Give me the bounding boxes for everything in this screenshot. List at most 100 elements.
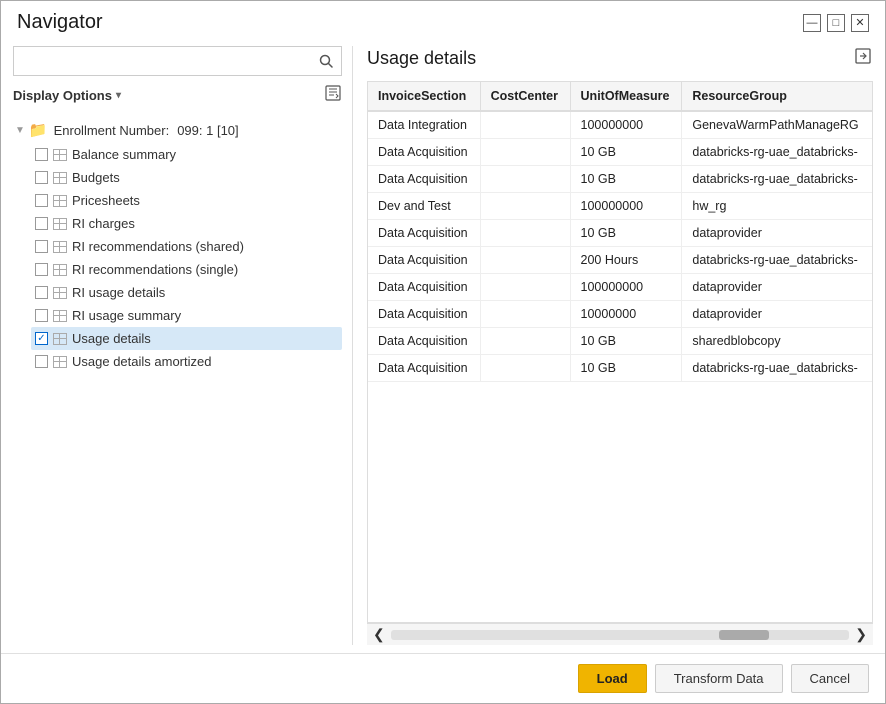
checkbox-ri-charges[interactable] <box>35 217 48 230</box>
table-icon-budgets <box>53 172 67 184</box>
table-body: Data Integration100000000GenevaWarmPathM… <box>368 111 872 382</box>
horizontal-scrollbar: ❮ ❯ <box>367 623 873 645</box>
search-icon <box>319 54 333 68</box>
table-row: Data Integration 100000000GenevaWarmPathM… <box>368 111 872 139</box>
table-icon-pricesheets <box>53 195 67 207</box>
data-table: InvoiceSectionCostCenterUnitOfMeasureRes… <box>368 82 872 382</box>
table-icon-ri-recommendations-shared <box>53 241 67 253</box>
export-icon[interactable] <box>853 46 873 71</box>
table-cell-r2-c3: databricks-rg-uae_databricks- <box>682 166 872 193</box>
table-cell-r6-c3: dataprovider <box>682 274 872 301</box>
search-input[interactable] <box>14 49 311 74</box>
scroll-right-button[interactable]: ❯ <box>851 625 871 645</box>
table-cell-r0-c3: GenevaWarmPathManageRG <box>682 111 872 139</box>
tree-area: ▼ 📁 Enrollment Number: 099: 1 [10] Balan… <box>13 117 342 645</box>
table-row: Data Acquisition200 Hoursdatabricks-rg-u… <box>368 247 872 274</box>
refresh-icon <box>324 84 342 102</box>
preview-title: Usage details <box>367 48 476 69</box>
refresh-button[interactable] <box>324 84 342 107</box>
minimize-button[interactable]: — <box>803 14 821 32</box>
table-icon-balance-summary <box>53 149 67 161</box>
table-cell-r9-c0: Data Acquisition <box>368 355 480 382</box>
tree-item-budgets[interactable]: Budgets <box>31 166 342 189</box>
tree-item-ri-recommendations-shared[interactable]: RI recommendations (shared) <box>31 235 342 258</box>
table-cell-r5-c2: 200 Hours <box>570 247 682 274</box>
checkbox-ri-usage-details[interactable] <box>35 286 48 299</box>
table-icon-usage-details-amortized <box>53 356 67 368</box>
table-cell-r3-c0: Dev and Test <box>368 193 480 220</box>
search-bar <box>13 46 342 76</box>
table-row: Data Acquisition 100000000dataprovider <box>368 274 872 301</box>
load-button[interactable]: Load <box>578 664 647 693</box>
table-cell-r0-c1 <box>480 111 570 139</box>
checkbox-ri-usage-summary[interactable] <box>35 309 48 322</box>
display-options-row: Display Options ▾ <box>13 84 342 107</box>
table-icon-ri-usage-summary <box>53 310 67 322</box>
tree-item-usage-details-amortized[interactable]: Usage details amortized <box>31 350 342 373</box>
display-options-label: Display Options <box>13 88 112 103</box>
table-cell-r6-c0: Data Acquisition <box>368 274 480 301</box>
table-cell-r8-c2: 10 GB <box>570 328 682 355</box>
table-cell-r7-c3: dataprovider <box>682 301 872 328</box>
display-options-button[interactable]: Display Options ▾ <box>13 88 121 103</box>
col-header-resourcegroup: ResourceGroup <box>682 82 872 111</box>
table-cell-r8-c3: sharedblobcopy <box>682 328 872 355</box>
table-icon-ri-recommendations-single <box>53 264 67 276</box>
table-row: Data Acquisition 10 GBsharedblobcopy <box>368 328 872 355</box>
tree-item-ri-charges[interactable]: RI charges <box>31 212 342 235</box>
table-cell-r1-c3: databricks-rg-uae_databricks- <box>682 139 872 166</box>
dialog-title: Navigator <box>17 11 103 34</box>
main-content: Display Options ▾ ▼ <box>1 38 885 653</box>
folder-icon: 📁 <box>29 121 48 139</box>
left-panel: Display Options ▾ ▼ <box>13 46 353 645</box>
tree-item-label-ri-recommendations-single: RI recommendations (single) <box>72 262 238 277</box>
table-cell-r8-c0: Data Acquisition <box>368 328 480 355</box>
table-cell-r6-c2: 100000000 <box>570 274 682 301</box>
table-cell-r6-c1 <box>480 274 570 301</box>
checkbox-balance-summary[interactable] <box>35 148 48 161</box>
tree-item-ri-recommendations-single[interactable]: RI recommendations (single) <box>31 258 342 281</box>
checkbox-ri-recommendations-single[interactable] <box>35 263 48 276</box>
maximize-button[interactable]: □ <box>827 14 845 32</box>
scroll-left-button[interactable]: ❮ <box>369 625 389 645</box>
data-table-container: InvoiceSectionCostCenterUnitOfMeasureRes… <box>367 81 873 623</box>
checkbox-budgets[interactable] <box>35 171 48 184</box>
table-cell-r1-c2: 10 GB <box>570 139 682 166</box>
checkbox-ri-recommendations-shared[interactable] <box>35 240 48 253</box>
table-cell-r7-c1 <box>480 301 570 328</box>
table-cell-r0-c2: 100000000 <box>570 111 682 139</box>
scroll-track[interactable] <box>391 630 850 640</box>
table-cell-r5-c3: databricks-rg-uae_databricks- <box>682 247 872 274</box>
search-button[interactable] <box>311 47 341 75</box>
checkbox-usage-details-amortized[interactable] <box>35 355 48 368</box>
table-cell-r4-c1 <box>480 220 570 247</box>
tree-item-pricesheets[interactable]: Pricesheets <box>31 189 342 212</box>
table-cell-r2-c1 <box>480 166 570 193</box>
table-row: Data Acquisition10 GBdataprovider <box>368 220 872 247</box>
tree-item-balance-summary[interactable]: Balance summary <box>31 143 342 166</box>
checkbox-usage-details[interactable]: ✓ <box>35 332 48 345</box>
transform-data-button[interactable]: Transform Data <box>655 664 783 693</box>
tree-item-label-usage-details: Usage details <box>72 331 151 346</box>
tree-item-label-balance-summary: Balance summary <box>72 147 176 162</box>
table-cell-r3-c2: 100000000 <box>570 193 682 220</box>
checkbox-pricesheets[interactable] <box>35 194 48 207</box>
right-panel: Usage details InvoiceSectionCostCenterUn… <box>353 46 873 645</box>
close-button[interactable]: ✕ <box>851 14 869 32</box>
table-cell-r9-c1 <box>480 355 570 382</box>
footer: Load Transform Data Cancel <box>1 653 885 703</box>
tree-item-ri-usage-details[interactable]: RI usage details <box>31 281 342 304</box>
table-cell-r7-c2: 10000000 <box>570 301 682 328</box>
tree-items: Balance summary Budgets Pricesheets RI c… <box>31 143 342 373</box>
cancel-button[interactable]: Cancel <box>791 664 869 693</box>
scroll-thumb[interactable] <box>719 630 769 640</box>
display-options-arrow: ▾ <box>116 90 121 101</box>
tree-item-ri-usage-summary[interactable]: RI usage summary <box>31 304 342 327</box>
table-cell-r1-c1 <box>480 139 570 166</box>
tree-item-usage-details[interactable]: ✓ Usage details <box>31 327 342 350</box>
table-cell-r0-c0: Data Integration <box>368 111 480 139</box>
tree-item-label-ri-usage-details: RI usage details <box>72 285 165 300</box>
table-row: Data Acquisition10000000dataprovider <box>368 301 872 328</box>
enrollment-label: Enrollment Number: <box>54 123 170 138</box>
preview-header: Usage details <box>367 46 873 71</box>
